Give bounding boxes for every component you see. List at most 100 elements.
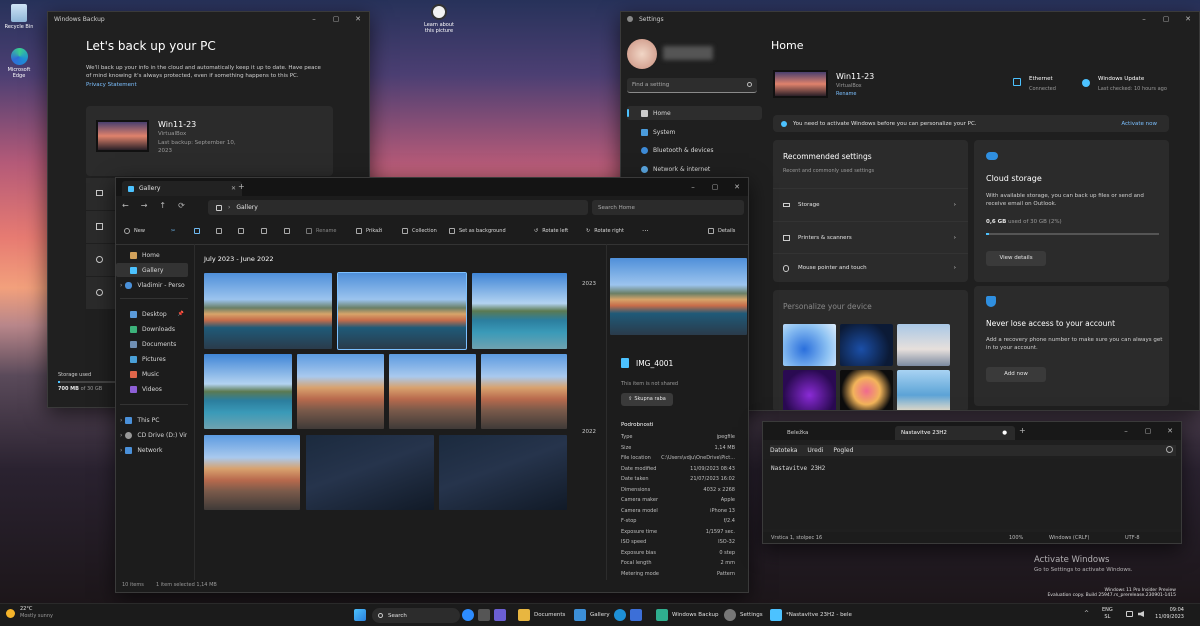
taskbar-search[interactable]: Search xyxy=(372,608,460,623)
menu-file[interactable]: Datoteka xyxy=(770,447,797,454)
back-arrow-icon[interactable]: ← xyxy=(122,201,129,210)
taskbar-settings[interactable]: Settings xyxy=(724,606,763,624)
settings-gear-icon[interactable] xyxy=(1166,446,1173,453)
rec-item-printers[interactable]: Printers & scanners › xyxy=(773,222,968,253)
maximize-button[interactable]: ▢ xyxy=(1155,12,1177,26)
theme-thumb[interactable] xyxy=(840,370,893,410)
rename-link[interactable]: Rename xyxy=(836,91,857,97)
ethernet-label[interactable]: Ethernet xyxy=(1029,76,1053,82)
text-editor[interactable]: Nastavitve 23H2 xyxy=(763,459,1181,529)
photo-thumbnail[interactable] xyxy=(389,354,476,429)
maximize-button[interactable]: ▢ xyxy=(704,180,726,194)
more-button[interactable]: ··· xyxy=(642,222,649,240)
details-button[interactable]: Details xyxy=(708,222,735,240)
find-setting-input[interactable]: Find a setting xyxy=(627,78,757,93)
photo-thumbnail-selected[interactable] xyxy=(337,272,467,350)
unsaved-dot-icon[interactable]: ● xyxy=(1002,430,1007,436)
cut-button[interactable]: ✂ xyxy=(171,222,175,240)
refresh-icon[interactable]: ⟳ xyxy=(178,201,185,210)
taskbar-app-pinned[interactable] xyxy=(462,606,510,624)
nav-this-pc[interactable]: › This PC xyxy=(116,413,190,427)
view-button[interactable]: Prikaži xyxy=(356,222,382,240)
up-arrow-icon[interactable]: ↑ xyxy=(159,201,166,210)
timeline-scrollbar[interactable]: 2023 2022 xyxy=(578,273,604,573)
activate-now-link[interactable]: Activate now xyxy=(1121,121,1157,127)
sort-button[interactable]: Rename xyxy=(306,222,337,240)
close-button[interactable]: ✕ xyxy=(726,180,748,194)
privacy-link[interactable]: Privacy Statement xyxy=(86,82,137,88)
nav-videos[interactable]: Videos xyxy=(116,382,190,396)
share-button[interactable]: ⇪ Skupna raba xyxy=(621,393,673,406)
screenshot-thumbnail[interactable] xyxy=(439,435,567,510)
new-tab-button[interactable]: + xyxy=(238,182,245,191)
settings-nav-bluetooth[interactable]: Bluetooth & devices xyxy=(627,143,762,157)
rotate-right-button[interactable]: ↻ Rotate right xyxy=(586,222,624,240)
rotate-left-button[interactable]: ↺ Rotate left xyxy=(534,222,568,240)
minimize-button[interactable]: – xyxy=(1115,424,1137,438)
address-bar[interactable]: › Gallery xyxy=(208,200,588,215)
close-button[interactable]: ✕ xyxy=(1177,12,1199,26)
desktop-icon-spotlight[interactable]: Learn about this picture xyxy=(420,4,458,34)
nav-network[interactable]: › Network xyxy=(116,443,190,457)
taskbar-pinned-2[interactable] xyxy=(614,606,646,624)
photo-thumbnail[interactable] xyxy=(204,354,292,429)
nav-music[interactable]: Music xyxy=(116,367,190,381)
new-button[interactable]: New xyxy=(124,222,145,240)
tab-gallery[interactable]: Gallery ✕ xyxy=(122,181,242,196)
menu-view[interactable]: Pogled xyxy=(833,447,853,454)
photo-thumbnail[interactable] xyxy=(297,354,384,429)
nav-documents[interactable]: Documents xyxy=(116,337,190,351)
timeline-year[interactable]: 2023 xyxy=(582,281,596,287)
close-tab-icon[interactable]: ✕ xyxy=(231,185,236,192)
screenshot-thumbnail[interactable] xyxy=(306,435,434,510)
minimize-button[interactable]: – xyxy=(303,12,325,26)
nav-gallery[interactable]: Gallery xyxy=(116,263,188,277)
collection-button[interactable]: Collection xyxy=(402,222,437,240)
timeline-year[interactable]: 2022 xyxy=(582,429,596,435)
nav-downloads[interactable]: Downloads xyxy=(116,322,190,336)
nav-home[interactable]: Home xyxy=(116,248,190,262)
language-indicator[interactable]: ENG SL xyxy=(1102,607,1113,621)
share-icon-button[interactable] xyxy=(261,222,271,240)
tab-belezka[interactable]: Beležka xyxy=(787,426,867,440)
network-tray-icon[interactable] xyxy=(1126,611,1133,617)
photo-thumbnail[interactable] xyxy=(204,273,332,349)
clock[interactable]: 09:04 11/09/2023 xyxy=(1150,607,1184,621)
photo-thumbnail[interactable] xyxy=(204,435,300,510)
search-input[interactable]: Search Home xyxy=(592,200,744,215)
forward-arrow-icon[interactable]: → xyxy=(141,201,148,210)
theme-thumb[interactable] xyxy=(783,370,836,410)
rec-item-mouse[interactable]: Mouse pointer and touch › xyxy=(773,254,968,282)
photo-thumbnail[interactable] xyxy=(472,273,567,349)
taskbar-documents[interactable]: Documents xyxy=(518,606,565,624)
set-background-button[interactable]: Set as background xyxy=(449,222,506,240)
photo-thumbnail[interactable] xyxy=(481,354,567,429)
settings-nav-network[interactable]: Network & internet xyxy=(627,162,762,176)
weather-widget[interactable]: 22°C Mostly sunny xyxy=(6,606,53,620)
taskbar-windows-backup[interactable]: Windows Backup xyxy=(656,606,718,624)
windows-update-label[interactable]: Windows Update xyxy=(1098,76,1144,82)
nav-desktop[interactable]: Desktop 📌 xyxy=(116,307,190,321)
add-now-button[interactable]: Add now xyxy=(986,367,1046,382)
system-tray-chevron[interactable]: ^ xyxy=(1084,610,1089,617)
view-details-button[interactable]: View details xyxy=(986,251,1046,266)
desktop-icon-recycle-bin[interactable]: Recycle Bin xyxy=(4,4,34,30)
maximize-button[interactable]: ▢ xyxy=(1137,424,1159,438)
nav-onedrive-personal[interactable]: ›Vladimir - Personal xyxy=(116,278,190,292)
tab-nastavitve[interactable]: Nastavitve 23H2 ● xyxy=(895,426,1015,440)
copy-button[interactable] xyxy=(194,222,204,240)
new-tab-button[interactable]: + xyxy=(1019,426,1026,435)
desktop-icon-edge[interactable]: Microsoft Edge xyxy=(4,48,34,79)
theme-thumb[interactable] xyxy=(897,370,950,410)
maximize-button[interactable]: ▢ xyxy=(325,12,347,26)
settings-nav-system[interactable]: System xyxy=(627,125,762,139)
theme-thumb[interactable] xyxy=(840,324,893,366)
menu-edit[interactable]: Uredi xyxy=(807,447,823,454)
delete-button[interactable] xyxy=(284,222,294,240)
start-button[interactable] xyxy=(354,606,370,624)
close-button[interactable]: ✕ xyxy=(347,12,369,26)
settings-nav-home[interactable]: Home xyxy=(627,106,762,120)
taskbar-notepad[interactable]: *Nastavitve 23H2 - bele xyxy=(770,606,852,624)
theme-thumb[interactable] xyxy=(783,324,836,366)
nav-cd-drive[interactable]: ›CD Drive (D:) Virtua xyxy=(116,428,190,442)
